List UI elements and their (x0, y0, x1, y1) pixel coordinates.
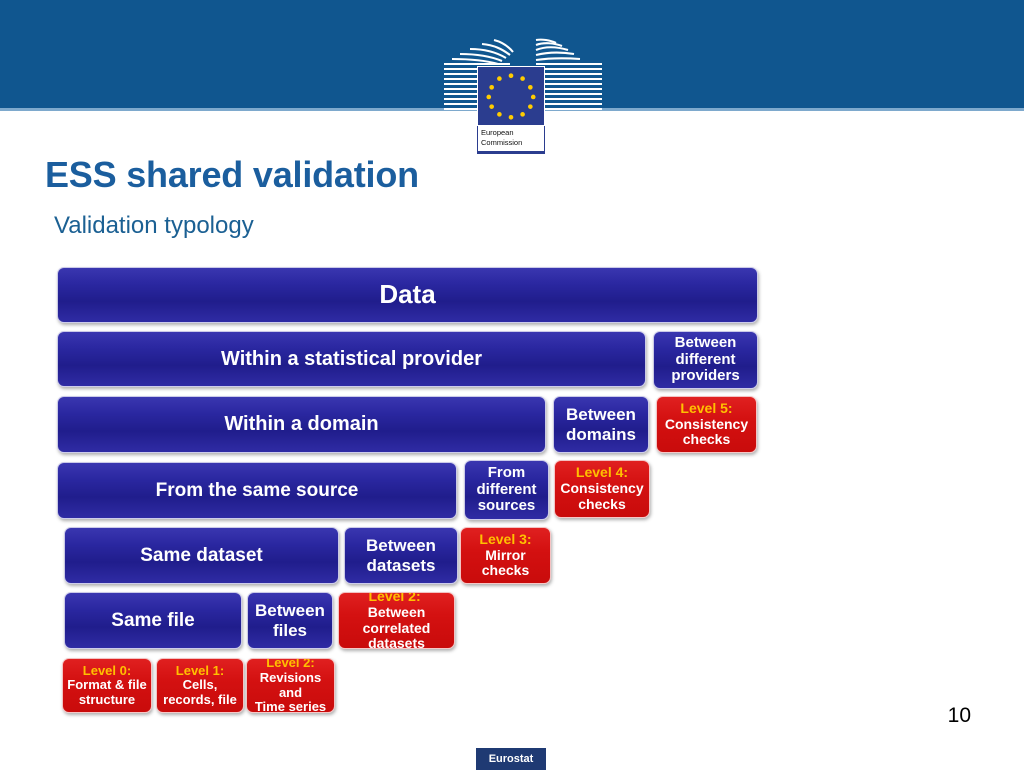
diagram-node-label: Level 1: Cells, records, file (163, 662, 237, 707)
diagram-node-level-label: Level 4: (575, 464, 629, 481)
eurostat-badge: Eurostat (476, 748, 546, 770)
diagram-node-level-label: Level 5: (680, 399, 733, 416)
diagram-node-label: Between different providers (671, 333, 740, 385)
diagram-node-label: From the same source (155, 479, 359, 501)
diagram-node-level-label: Level 3: (479, 530, 532, 547)
diagram-node-between-different-providers: Between different providers (653, 331, 758, 389)
validation-typology-diagram: Data Within a statistical provider Between… (0, 0, 1024, 768)
diagram-node-level-5: Level 5: Consistency checks (656, 396, 757, 453)
diagram-node-from-the-same-source: From the same source (57, 462, 457, 519)
diagram-node-label: Between domains (566, 405, 636, 444)
diagram-node-label: Same file (111, 609, 195, 631)
diagram-node-label: From different sources (476, 463, 537, 515)
diagram-node-label: Between datasets (366, 536, 436, 575)
diagram-node-label: Level 2: Between correlated datasets (343, 592, 450, 648)
diagram-node-level-2-correlated: Level 2: Between correlated datasets (338, 592, 455, 649)
diagram-node-level-1: Level 1: Cells, records, file (156, 658, 244, 713)
diagram-node-label: Level 4: Consistency checks (560, 464, 644, 512)
diagram-node-label: Level 2: Revisions and Time series (251, 658, 330, 712)
diagram-node-label: Between files (255, 601, 325, 640)
diagram-node-data: Data (57, 267, 758, 323)
diagram-node-label: Same dataset (140, 544, 263, 566)
diagram-node-label: Data (379, 279, 436, 310)
diagram-node-level-label: Level 1: (175, 662, 225, 678)
diagram-node-label: Level 3: Mirror checks (479, 530, 532, 579)
diagram-node-level-label: Level 0: (82, 662, 132, 678)
diagram-node-from-different-sources: From different sources (464, 460, 549, 520)
diagram-node-between-datasets: Between datasets (344, 527, 458, 584)
diagram-node-same-dataset: Same dataset (64, 527, 339, 584)
diagram-node-level-2-revisions: Level 2: Revisions and Time series (246, 658, 335, 713)
diagram-node-level-0: Level 0: Format & file structure (62, 658, 152, 713)
diagram-node-within-a-domain: Within a domain (57, 396, 546, 453)
diagram-node-label: Level 0: Format & file structure (67, 662, 147, 707)
diagram-node-between-domains: Between domains (553, 396, 649, 453)
diagram-node-within-a-statistical-provider: Within a statistical provider (57, 331, 646, 387)
diagram-node-label: Level 5: Consistency checks (664, 399, 749, 448)
diagram-node-label: Within a domain (224, 413, 379, 436)
diagram-node-label: Within a statistical provider (221, 347, 482, 370)
diagram-node-same-file: Same file (64, 592, 242, 649)
diagram-node-level-4: Level 4: Consistency checks (554, 460, 650, 518)
slide-number: 10 (947, 704, 971, 727)
diagram-node-level-label: Level 2: (368, 592, 421, 605)
diagram-node-level-label: Level 2: (266, 658, 315, 671)
diagram-node-between-files: Between files (247, 592, 333, 649)
diagram-node-level-3: Level 3: Mirror checks (460, 527, 551, 584)
